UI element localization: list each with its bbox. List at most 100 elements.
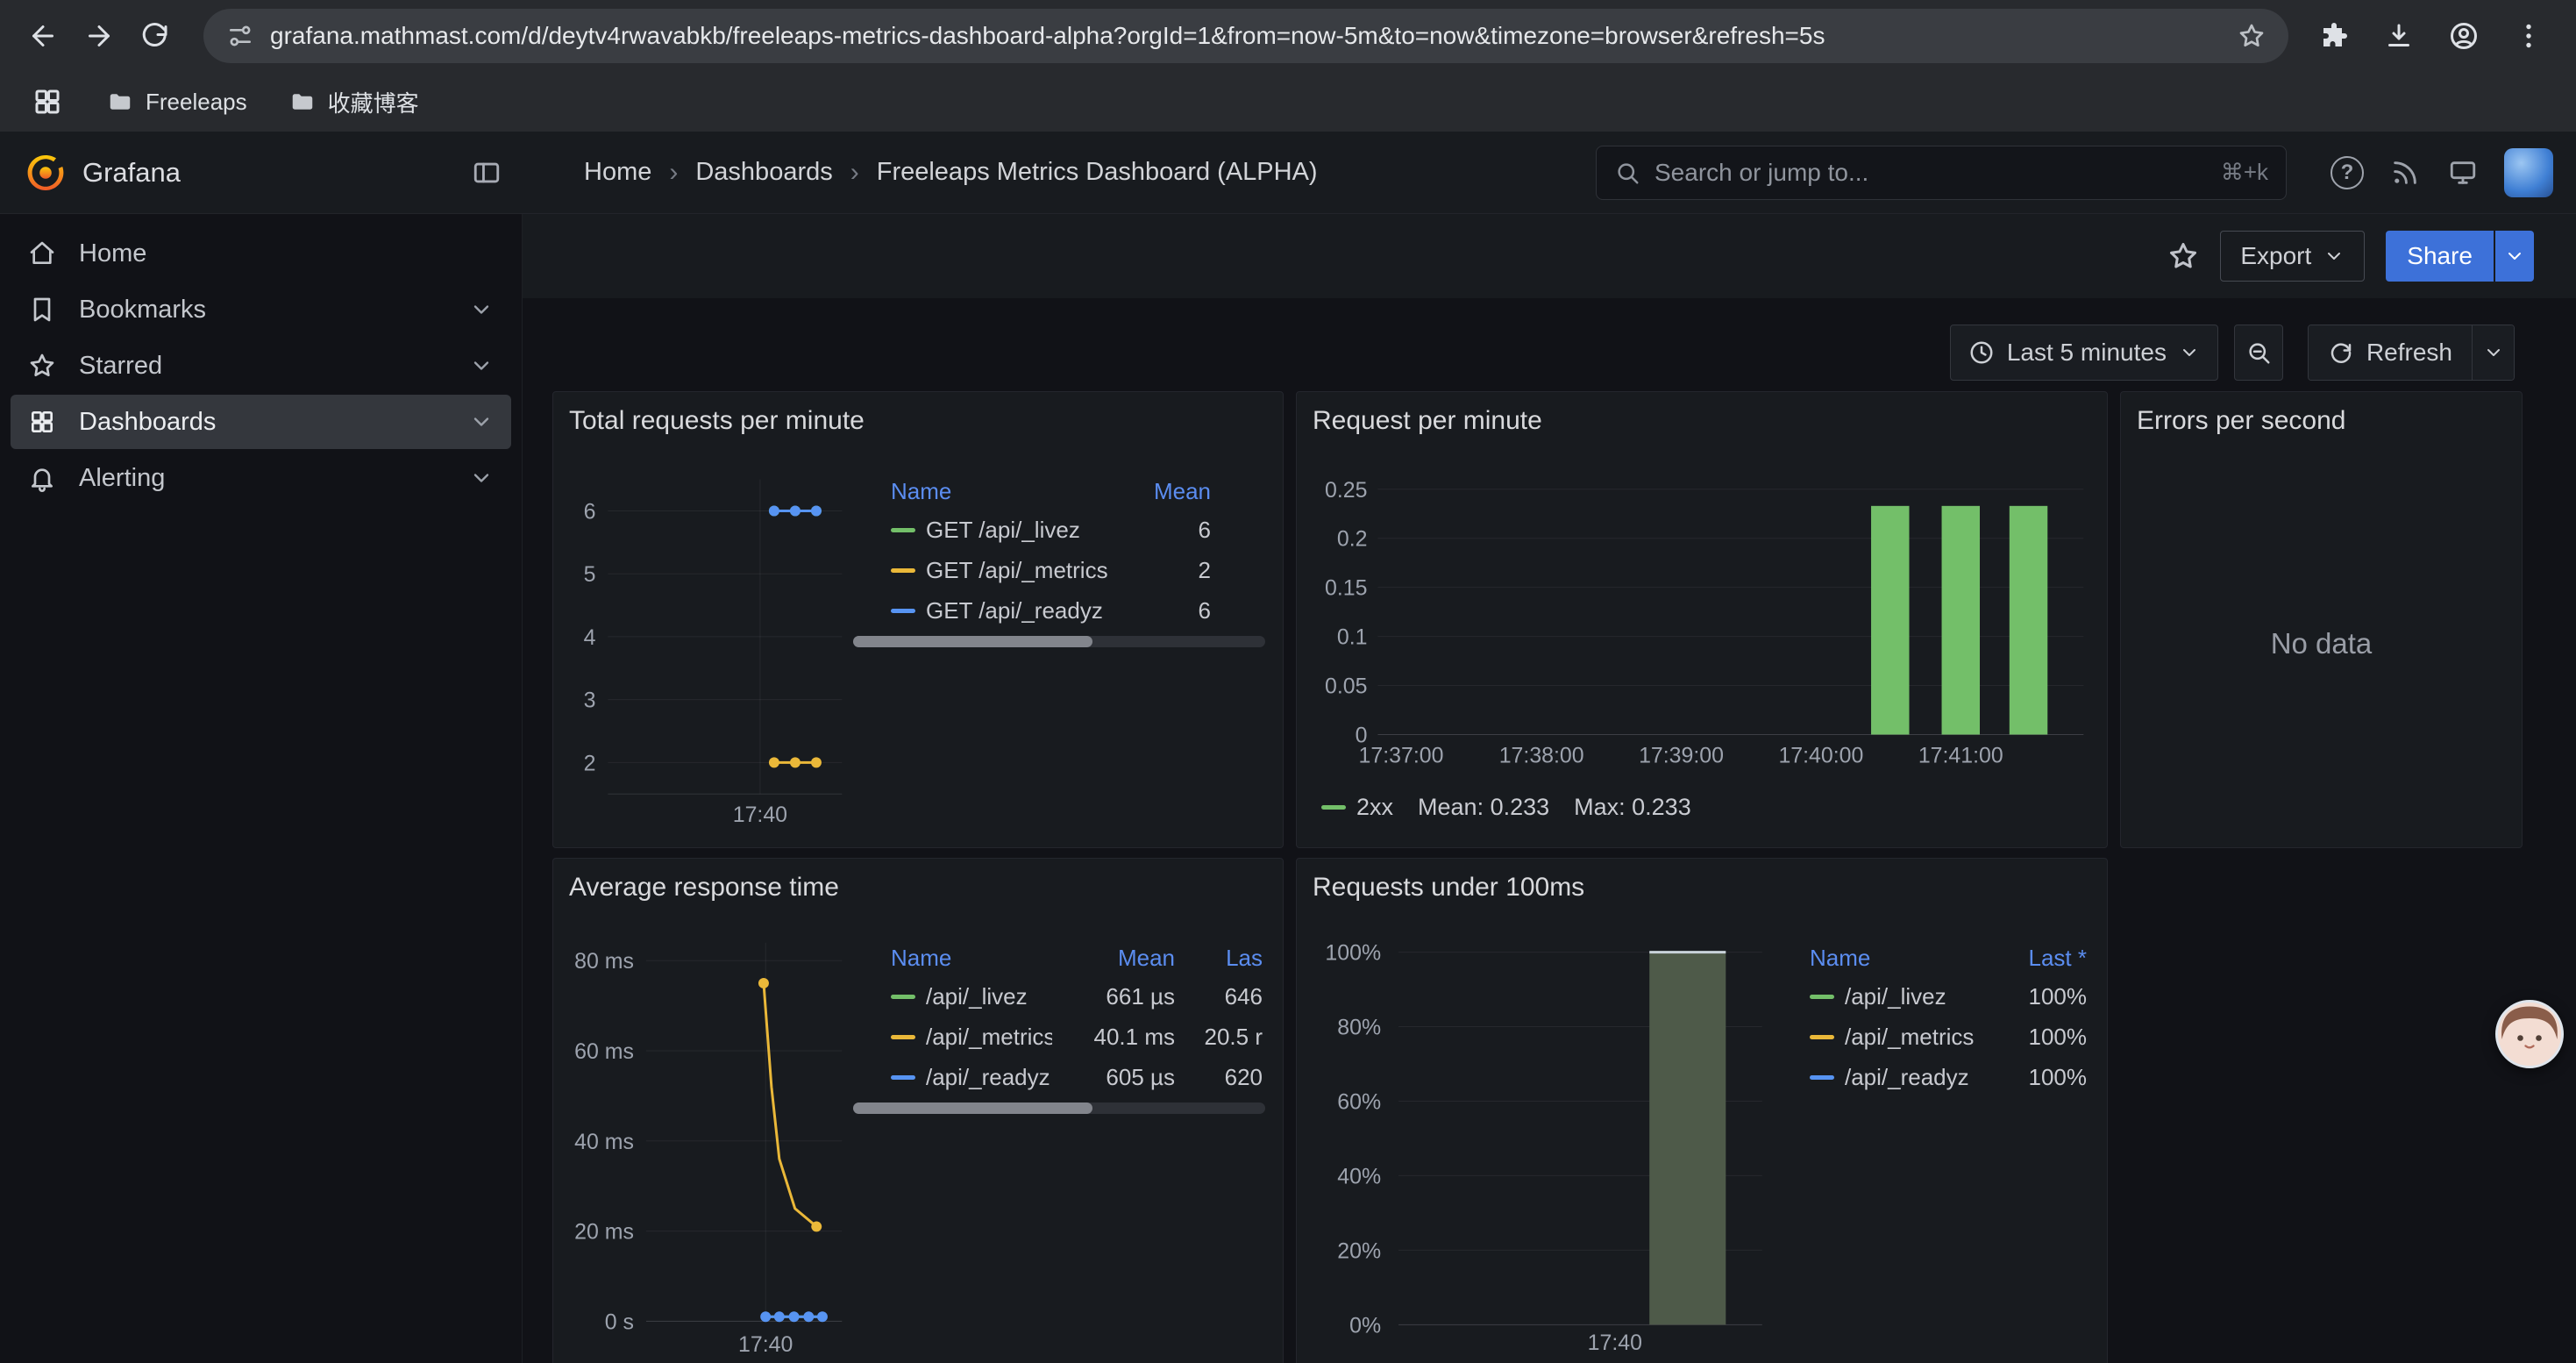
export-button[interactable]: Export <box>2220 231 2365 282</box>
chevron-down-icon[interactable] <box>469 297 494 322</box>
forward-button[interactable] <box>75 12 123 60</box>
search-input[interactable] <box>1654 159 2207 187</box>
url-input[interactable] <box>270 22 2222 50</box>
share-button[interactable]: Share <box>2386 231 2494 282</box>
legend-col-name[interactable]: Name <box>1810 945 1990 972</box>
legend-scrollbar[interactable] <box>853 1103 1265 1114</box>
bookmark-folder-freeleaps[interactable]: Freeleaps <box>107 89 247 116</box>
sidebar-item-alerting[interactable]: Alerting <box>11 451 511 505</box>
series-color-swatch <box>891 1035 915 1039</box>
display-button[interactable] <box>2443 153 2483 193</box>
help-button[interactable]: ? <box>2327 153 2367 193</box>
legend-row[interactable]: /api/_readyz 605 µs 620 <box>891 1057 1263 1097</box>
downloads-button[interactable] <box>2378 12 2420 60</box>
legend-series[interactable]: 2xx <box>1321 794 1393 821</box>
scrollbar-thumb[interactable] <box>853 636 1092 647</box>
legend-row[interactable]: /api/_metrics 40.1 ms 20.5 r <box>891 1017 1263 1057</box>
assistant-avatar[interactable] <box>2495 1000 2564 1068</box>
panel-grid: Total requests per minute 6543217:40 Nam… <box>552 391 2576 1363</box>
panel-title[interactable]: Requests under 100ms <box>1313 873 1584 903</box>
help-icon: ? <box>2330 156 2364 189</box>
panel-errors-per-second: Errors per second No data <box>2120 391 2523 848</box>
chevron-down-icon <box>2483 342 2504 363</box>
zoom-out-button[interactable] <box>2234 325 2283 381</box>
browser-menu-button[interactable] <box>2508 12 2550 60</box>
chevron-down-icon[interactable] <box>469 410 494 434</box>
breadcrumb: Home › Dashboards › Freeleaps Metrics Da… <box>584 158 1318 188</box>
legend-col-name[interactable]: Name <box>891 478 1149 505</box>
no-data-message: No data <box>2121 627 2522 660</box>
series-color-swatch <box>891 1075 915 1080</box>
bookmark-folder-blogs[interactable]: 收藏博客 <box>289 86 419 118</box>
svg-text:0 s: 0 s <box>605 1309 634 1334</box>
puzzle-icon <box>2318 20 2350 52</box>
time-range-picker[interactable]: Last 5 minutes <box>1950 325 2218 381</box>
dock-sidebar-button[interactable] <box>472 158 502 188</box>
refresh-button[interactable]: Refresh <box>2309 325 2472 380</box>
user-avatar[interactable] <box>2504 148 2553 197</box>
legend-row[interactable]: /api/_livez 661 µs 646 <box>891 976 1263 1017</box>
grafana-logo[interactable] <box>25 152 67 194</box>
news-button[interactable] <box>2385 153 2425 193</box>
chevron-down-icon <box>2179 342 2200 363</box>
legend-col-name[interactable]: Name <box>891 945 1052 972</box>
series-color-swatch <box>1810 1035 1834 1039</box>
series-color-swatch <box>891 568 915 573</box>
bookmark-star-icon[interactable] <box>2238 22 2266 50</box>
chevron-down-icon[interactable] <box>469 466 494 490</box>
panel-total-requests: Total requests per minute 6543217:40 Nam… <box>552 391 1284 848</box>
legend-scrollbar[interactable] <box>853 636 1265 647</box>
reload-button[interactable] <box>132 12 179 60</box>
panel-title[interactable]: Total requests per minute <box>569 406 865 436</box>
sidebar-item-starred[interactable]: Starred <box>11 339 511 393</box>
star-icon <box>2167 240 2199 272</box>
legend-row[interactable]: /api/_livez 100% <box>1810 976 2087 1017</box>
sidebar-item-dashboards[interactable]: Dashboards <box>11 395 511 449</box>
chevron-down-icon <box>2504 246 2525 267</box>
svg-text:17:40: 17:40 <box>733 803 787 827</box>
search-box[interactable]: ⌘+k <box>1596 146 2287 200</box>
extensions-button[interactable] <box>2313 12 2355 60</box>
breadcrumb-home[interactable]: Home <box>584 158 651 187</box>
svg-text:17:40: 17:40 <box>1588 1331 1642 1355</box>
sidebar-item-bookmarks[interactable]: Bookmarks <box>11 282 511 337</box>
legend-col-mean[interactable]: Mean <box>1149 478 1211 505</box>
legend-row[interactable]: GET /api/_livez 6 <box>891 510 1211 550</box>
refresh-interval-button[interactable] <box>2472 325 2514 380</box>
dock-sidebar-icon <box>472 158 502 188</box>
apps-grid-button[interactable] <box>30 84 65 119</box>
panel-title[interactable]: Average response time <box>569 873 839 903</box>
site-settings-icon[interactable] <box>226 22 254 50</box>
grafana-header: Grafana Home › Dashboards › Freeleaps Me… <box>0 132 2576 214</box>
sidebar-item-label: Dashboards <box>79 408 216 437</box>
favorite-dashboard-button[interactable] <box>2167 240 2199 272</box>
legend-col-last[interactable]: Las <box>1184 945 1263 972</box>
legend-col-mean[interactable]: Mean <box>1061 945 1175 972</box>
breadcrumb-dashboards[interactable]: Dashboards <box>695 158 832 187</box>
legend-row[interactable]: GET /api/_metrics 2 <box>891 550 1211 590</box>
panel-title[interactable]: Errors per second <box>2137 406 2345 436</box>
url-bar[interactable] <box>203 9 2288 63</box>
browser-profile-button[interactable] <box>2443 12 2485 60</box>
sidebar-item-home[interactable]: Home <box>11 226 511 281</box>
legend-col-last[interactable]: Last * <box>1990 945 2087 972</box>
panel-average-response-time: Average response time 80 ms60 ms40 ms20 … <box>552 858 1284 1363</box>
series-color-swatch <box>1810 1075 1834 1080</box>
forward-icon <box>83 20 115 52</box>
share-menu-button[interactable] <box>2494 231 2534 282</box>
legend-max: Max: 0.233 <box>1574 794 1691 821</box>
apps-grid-icon <box>32 86 63 118</box>
panel-title[interactable]: Request per minute <box>1313 406 1542 436</box>
header-left: Grafana <box>0 152 523 194</box>
legend-row[interactable]: GET /api/_readyz 6 <box>891 590 1211 631</box>
breadcrumb-current: Freeleaps Metrics Dashboard (ALPHA) <box>877 158 1318 187</box>
scrollbar-thumb[interactable] <box>853 1103 1092 1114</box>
back-button[interactable] <box>19 12 67 60</box>
legend-row[interactable]: /api/_readyz 100% <box>1810 1057 2087 1097</box>
star-icon <box>28 352 56 380</box>
chevron-down-icon[interactable] <box>469 353 494 378</box>
breadcrumb-separator: › <box>651 158 695 188</box>
legend-row[interactable]: /api/_metrics 100% <box>1810 1017 2087 1057</box>
breadcrumb-separator: › <box>833 158 877 188</box>
series-color-swatch <box>891 609 915 613</box>
